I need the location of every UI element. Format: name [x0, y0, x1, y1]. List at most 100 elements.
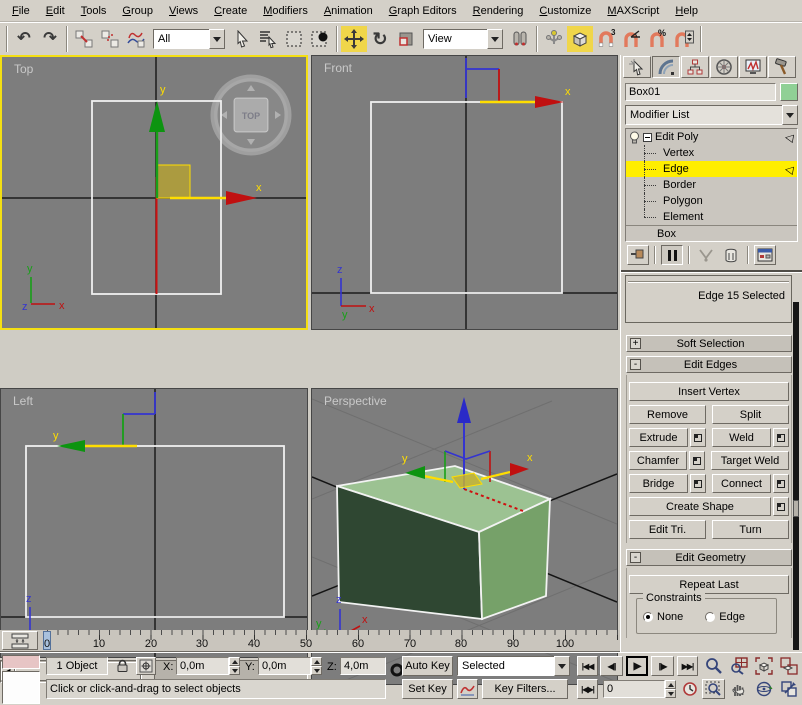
bridge-button[interactable]: Bridge	[629, 474, 688, 493]
key-mode-dropdown[interactable]: Selected	[457, 656, 570, 676]
y-coordinate-field[interactable]: 0,0m	[258, 657, 311, 675]
object-name-field[interactable]: Box01	[625, 83, 776, 101]
viewport-label[interactable]: Perspective	[324, 394, 387, 408]
extrude-button[interactable]: Extrude	[629, 428, 688, 447]
scrollbar-thumb[interactable]	[793, 500, 799, 517]
move-gizmo[interactable]: y x	[402, 397, 533, 489]
x-coordinate-field[interactable]: 0,0m	[176, 657, 229, 675]
create-shape-settings-button[interactable]	[773, 497, 789, 516]
percent-snap-icon[interactable]: %	[645, 26, 671, 52]
menu-edit[interactable]: Edit	[38, 1, 73, 21]
pin-stack-icon[interactable]	[627, 245, 649, 265]
menu-maxscript[interactable]: MAXScript	[599, 1, 667, 21]
stack-item-edit-poly[interactable]: Edit Poly ◁	[626, 129, 797, 145]
stack-item-vertex[interactable]: Vertex	[626, 145, 797, 161]
tab-display[interactable]	[739, 56, 767, 78]
zoom-region-icon[interactable]	[702, 679, 725, 699]
extrude-settings-button[interactable]	[690, 428, 706, 447]
gizmo-x-arrow[interactable]	[510, 463, 529, 476]
viewport-front[interactable]: x z y x Front	[311, 55, 618, 330]
redo-icon[interactable]: ↷	[37, 26, 63, 52]
show-end-result-icon[interactable]	[661, 245, 683, 265]
collapse-icon[interactable]: -	[630, 359, 641, 370]
move-gizmo[interactable]: y	[53, 392, 156, 452]
maxscript-listener-line[interactable]	[2, 671, 40, 704]
gizmo-y-arrow[interactable]	[149, 101, 165, 132]
chamfer-settings-button[interactable]	[689, 451, 705, 470]
stack-item-box[interactable]: Box	[626, 225, 797, 241]
y-spinner[interactable]	[311, 657, 322, 675]
menu-create[interactable]: Create	[206, 1, 255, 21]
frame-spinner[interactable]	[665, 680, 676, 698]
selection-lock-icon[interactable]	[112, 657, 132, 675]
track-bar[interactable]: 0 10 20 30 40 50 60 70 80 90 100	[0, 630, 620, 652]
tab-hierarchy[interactable]	[681, 56, 709, 78]
modifier-list-dropdown[interactable]: Modifier List	[625, 105, 798, 125]
dropdown-arrow-icon[interactable]	[782, 105, 798, 125]
select-by-name-icon[interactable]	[255, 26, 281, 52]
play-button-icon[interactable]: ▶	[626, 656, 648, 676]
absolute-mode-toggle-icon[interactable]	[136, 657, 156, 675]
connect-button[interactable]: Connect	[712, 474, 771, 493]
viewport-label[interactable]: Left	[13, 394, 34, 408]
stack-item-element[interactable]: Element	[626, 209, 797, 225]
weld-settings-button[interactable]	[773, 428, 789, 447]
z-coordinate-field[interactable]: 4,0m	[340, 657, 386, 675]
select-and-scale-icon[interactable]	[393, 26, 419, 52]
undo-icon[interactable]: ↶	[11, 26, 37, 52]
angle-snap-icon[interactable]	[619, 26, 645, 52]
move-gizmo[interactable]: x	[465, 58, 571, 108]
constraint-edge-radio[interactable]: Edge	[705, 611, 745, 623]
dropdown-arrow-icon[interactable]	[554, 656, 570, 676]
x-spinner[interactable]	[229, 657, 240, 675]
menu-rendering[interactable]: Rendering	[465, 1, 532, 21]
expand-icon[interactable]: +	[630, 338, 641, 349]
menu-graph-editors[interactable]: Graph Editors	[381, 1, 465, 21]
rectangular-selection-region-icon[interactable]	[281, 26, 307, 52]
edit-tri-button[interactable]: Edit Tri.	[629, 520, 706, 539]
time-configuration-icon[interactable]	[680, 679, 700, 699]
select-object-icon[interactable]	[229, 26, 255, 52]
chamfer-button[interactable]: Chamfer	[629, 451, 687, 470]
maxscript-listener-macro-line[interactable]	[2, 655, 40, 669]
maximize-viewport-toggle-icon[interactable]	[777, 679, 800, 699]
window-crossing-toggle-icon[interactable]	[307, 26, 333, 52]
menu-group[interactable]: Group	[114, 1, 161, 21]
zoom-extents-all-icon[interactable]	[777, 656, 800, 676]
box-object[interactable]	[336, 465, 553, 621]
menu-tools[interactable]: Tools	[73, 1, 115, 21]
snap-3d-icon[interactable]: 3	[593, 26, 619, 52]
mini-curve-editor-icon[interactable]	[2, 631, 38, 650]
previous-frame-icon[interactable]: ◀||	[600, 656, 623, 676]
tab-motion[interactable]	[710, 56, 738, 78]
weld-button[interactable]: Weld	[712, 428, 771, 447]
target-weld-button[interactable]: Target Weld	[711, 451, 789, 470]
default-in-out-tangents-icon[interactable]	[457, 679, 478, 699]
rollout-edit-edges[interactable]: - Edit Edges	[626, 356, 792, 373]
stack-item-edge[interactable]: Edge ◁	[626, 161, 797, 177]
selection-filter-dropdown[interactable]: All	[153, 29, 225, 49]
viewport-top-canvas[interactable]: y x TOP y z x Top	[2, 57, 306, 328]
use-pivot-point-center-icon[interactable]	[507, 26, 533, 52]
tab-modify[interactable]	[652, 56, 680, 78]
menu-customize[interactable]: Customize	[531, 1, 599, 21]
collapse-icon[interactable]	[643, 132, 652, 142]
arc-rotate-icon[interactable]	[752, 679, 775, 699]
dropdown-arrow-icon[interactable]	[487, 29, 503, 49]
set-key-button[interactable]: Set Key	[402, 679, 453, 699]
stack-item-border[interactable]: Border	[626, 177, 797, 193]
gizmo-xy-plane-handle[interactable]	[156, 164, 191, 199]
viewport-left-canvas[interactable]: y z y x Left	[1, 389, 307, 657]
stack-item-polygon[interactable]: Polygon	[626, 193, 797, 209]
gizmo-z-arrow[interactable]	[457, 397, 471, 423]
menu-file[interactable]: File	[4, 1, 38, 21]
current-frame-field[interactable]: 0	[603, 680, 665, 698]
select-and-rotate-icon[interactable]: ↻	[367, 26, 393, 52]
bind-to-space-warp-icon[interactable]	[123, 26, 149, 52]
snaps-toggle-icon[interactable]	[567, 26, 593, 52]
zoom-icon[interactable]	[702, 656, 725, 676]
zoom-extents-icon[interactable]	[752, 656, 775, 676]
select-and-manipulate-icon[interactable]	[541, 26, 567, 52]
next-frame-icon[interactable]: ||▶	[651, 656, 674, 676]
pan-hand-icon[interactable]	[727, 679, 750, 699]
